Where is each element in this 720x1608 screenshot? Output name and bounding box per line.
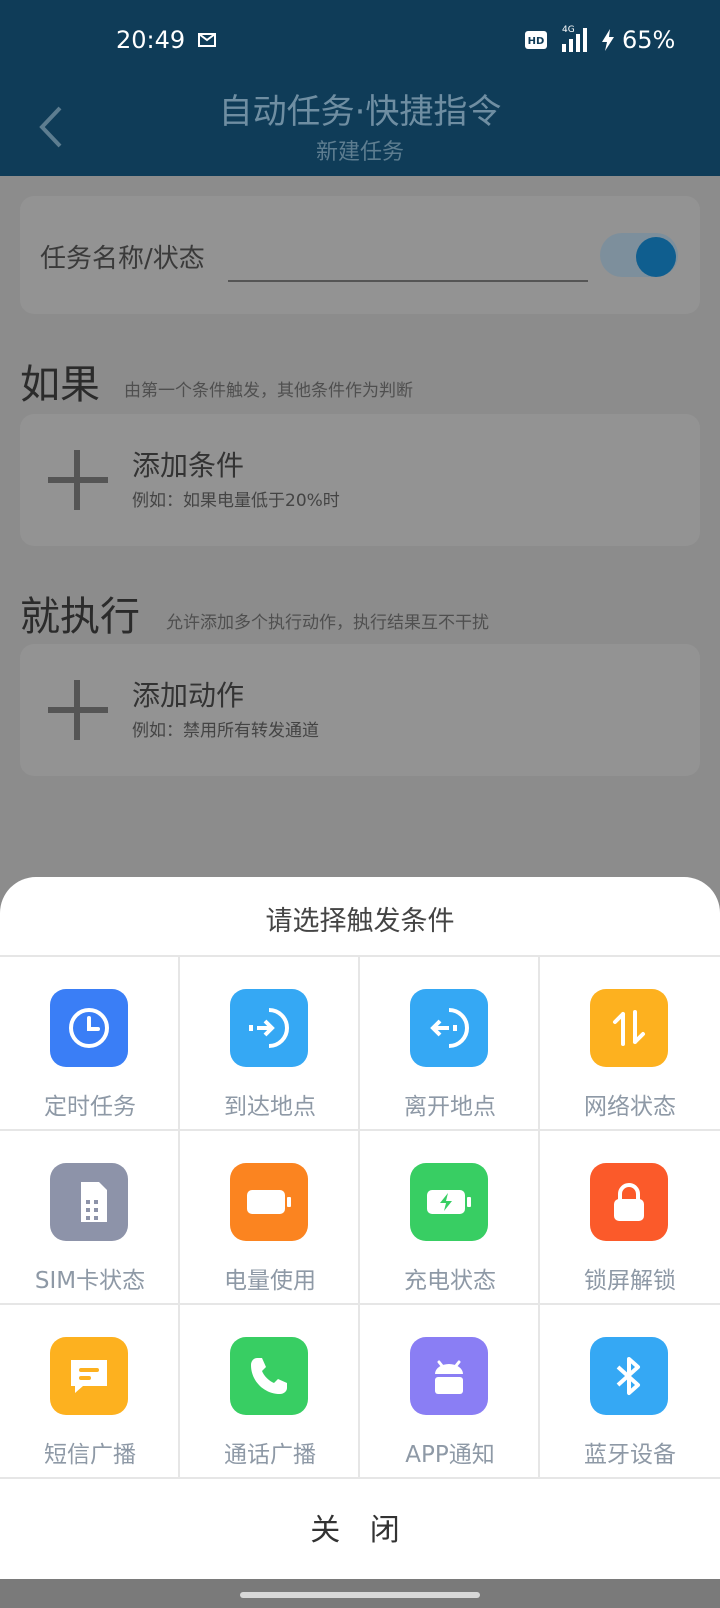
task-name-input[interactable] xyxy=(228,280,588,282)
hd-text: HD xyxy=(528,36,545,47)
close-button[interactable]: 关 闭 xyxy=(0,1483,720,1579)
option-label: 到达地点 xyxy=(224,1094,316,1120)
option-tile xyxy=(230,1163,308,1241)
hd-icon: HD xyxy=(525,31,547,49)
leave-location-icon xyxy=(430,1008,469,1048)
battery-icon xyxy=(247,1190,291,1214)
network-icon xyxy=(613,1010,645,1046)
option-tile xyxy=(590,1163,668,1241)
option-tile xyxy=(410,1163,488,1241)
task-status-toggle[interactable] xyxy=(600,233,678,277)
bluetooth-icon xyxy=(616,1357,640,1395)
option-label: 定时任务 xyxy=(44,1094,136,1120)
sheet-title: 请选择触发条件 xyxy=(265,906,455,937)
charging-bolt-icon xyxy=(602,29,614,51)
android-icon xyxy=(435,1360,463,1394)
option-label: SIM卡状态 xyxy=(34,1268,146,1294)
add-action-plus-icon xyxy=(48,680,108,740)
toggle-knob xyxy=(636,237,676,277)
then-section-desc: 允许添加多个执行动作，执行结果互不干扰 xyxy=(166,613,489,633)
option-charging-status[interactable]: 充电状态 xyxy=(360,1131,540,1305)
option-scheduled-task[interactable]: 定时任务 xyxy=(0,957,180,1131)
option-label: 离开地点 xyxy=(404,1094,496,1120)
option-bluetooth-device[interactable]: 蓝牙设备 xyxy=(540,1305,720,1479)
option-label: 充电状态 xyxy=(404,1268,496,1294)
option-tile xyxy=(50,1337,128,1415)
option-tile xyxy=(50,1163,128,1241)
add-action-label: 添加动作 xyxy=(132,679,245,712)
option-tile xyxy=(590,989,668,1067)
option-label: 锁屏解锁 xyxy=(584,1268,676,1294)
arrive-location-icon xyxy=(249,1008,289,1048)
option-label: 短信广播 xyxy=(44,1442,136,1468)
trigger-options-grid: 定时任务 到达地点 离开地点 网络状态 SIM卡状态 电量使用 充电状态 锁屏解… xyxy=(0,955,720,1485)
task-name-card: 任务名称/状态 xyxy=(20,196,700,314)
add-condition-card[interactable]: 添加条件 例如：如果电量低于20%时 xyxy=(20,414,700,546)
option-tile xyxy=(230,1337,308,1415)
page-title: 自动任务·快捷指令 xyxy=(218,92,502,132)
option-sms-broadcast[interactable]: 短信广播 xyxy=(0,1305,180,1479)
option-app-notification[interactable]: APP通知 xyxy=(360,1305,540,1479)
add-condition-plus-icon xyxy=(48,450,108,510)
add-condition-label: 添加条件 xyxy=(132,449,245,482)
sim-card-icon xyxy=(81,1182,107,1222)
if-section-desc: 由第一个条件触发，其他条件作为判断 xyxy=(124,381,413,401)
status-bar: 20:49 HD 4G 65% xyxy=(0,0,720,84)
option-lock-unlock[interactable]: 锁屏解锁 xyxy=(540,1131,720,1305)
sms-icon xyxy=(71,1360,107,1393)
status-time: 20:49 xyxy=(116,26,186,54)
option-label: 电量使用 xyxy=(224,1268,316,1294)
option-label: APP通知 xyxy=(405,1442,495,1468)
option-arrive-location[interactable]: 到达地点 xyxy=(180,957,360,1131)
option-call-broadcast[interactable]: 通话广播 xyxy=(180,1305,360,1479)
clock-icon xyxy=(69,1008,109,1048)
option-label: 通话广播 xyxy=(224,1442,316,1468)
option-label: 蓝牙设备 xyxy=(584,1442,676,1468)
app-header: 自动任务·快捷指令 新建任务 xyxy=(0,84,720,176)
option-network-status[interactable]: 网络状态 xyxy=(540,957,720,1131)
then-section-title: 就执行 xyxy=(20,594,140,640)
option-sim-status[interactable]: SIM卡状态 xyxy=(0,1131,180,1305)
network-type: 4G xyxy=(562,25,575,35)
battery-level: 65% xyxy=(622,26,676,54)
option-battery-usage[interactable]: 电量使用 xyxy=(180,1131,360,1305)
mail-icon xyxy=(198,33,216,47)
option-tile xyxy=(590,1337,668,1415)
lock-icon xyxy=(614,1183,644,1221)
option-label: 网络状态 xyxy=(584,1094,676,1120)
option-tile xyxy=(410,1337,488,1415)
add-condition-example: 例如：如果电量低于20%时 xyxy=(132,491,340,511)
page-subtitle: 新建任务 xyxy=(315,140,404,165)
charging-icon xyxy=(427,1190,471,1214)
gesture-nav-bar xyxy=(0,1579,720,1608)
add-action-example: 例如：禁用所有转发通道 xyxy=(132,721,319,741)
option-tile xyxy=(410,989,488,1067)
phone-icon xyxy=(251,1358,287,1394)
option-tile xyxy=(50,989,128,1067)
signal-icon: 4G xyxy=(562,25,587,52)
add-action-card[interactable]: 添加动作 例如：禁用所有转发通道 xyxy=(20,644,700,776)
option-tile xyxy=(230,989,308,1067)
home-indicator[interactable] xyxy=(240,1592,480,1598)
option-leave-location[interactable]: 离开地点 xyxy=(360,957,540,1131)
if-section-title: 如果 xyxy=(20,362,100,408)
task-name-label: 任务名称/状态 xyxy=(40,244,205,274)
trigger-condition-sheet: 请选择触发条件 定时任务 到达地点 离开地点 网络状态 SIM卡状态 电量使用 … xyxy=(0,877,720,1579)
